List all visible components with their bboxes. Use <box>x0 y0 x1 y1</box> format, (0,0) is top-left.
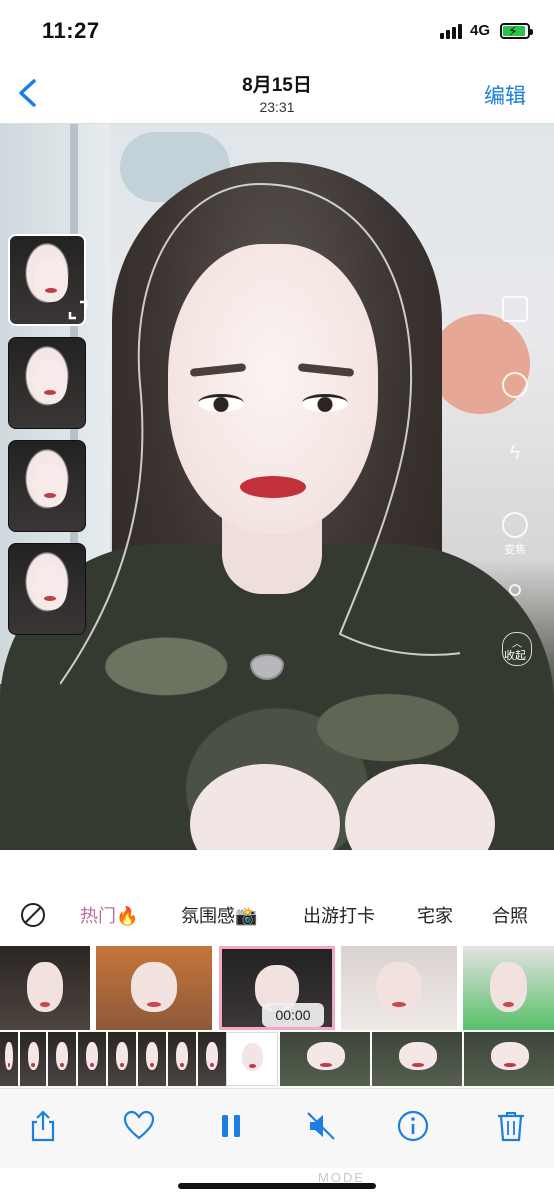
prohibit-icon <box>21 903 45 927</box>
template-item[interactable] <box>0 946 90 1030</box>
status-bar: 11:27 4G ⚡ <box>0 0 554 62</box>
template-item[interactable] <box>463 946 554 1030</box>
info-button[interactable] <box>396 1109 430 1143</box>
pause-button[interactable] <box>214 1109 248 1143</box>
tab-travel-checkin[interactable]: 出游打卡 <box>303 902 375 928</box>
template-item[interactable] <box>341 946 457 1030</box>
timer-icon[interactable] <box>500 372 530 398</box>
mute-icon <box>307 1112 335 1140</box>
status-time: 11:27 <box>42 18 100 43</box>
flash-icon[interactable]: ϟ <box>500 442 530 465</box>
camera-flash-icon: 📸 <box>235 906 258 926</box>
heart-icon <box>123 1110 155 1140</box>
tab-hot[interactable]: 热门🔥 <box>80 902 138 928</box>
frame-ratio-icon[interactable] <box>500 296 530 322</box>
favorite-button[interactable] <box>122 1109 156 1143</box>
share-icon <box>31 1110 55 1142</box>
template-item[interactable] <box>96 946 212 1030</box>
no-filter-button[interactable] <box>20 902 46 928</box>
nav-title: 8月15日 23:31 <box>0 70 554 115</box>
style-thumbnail-column <box>8 234 90 646</box>
zoom-control[interactable]: 变焦 <box>500 512 530 557</box>
home-indicator[interactable] <box>178 1183 376 1189</box>
photo-time: 23:31 <box>259 99 295 115</box>
template-timer: 00:00 <box>262 1003 324 1027</box>
tab-atmosphere[interactable]: 氛围感📸 <box>181 902 257 928</box>
filter-tabs: 热门🔥 氛围感📸 出游打卡 宅家 合照 <box>0 850 554 946</box>
zoom-icon <box>502 512 528 538</box>
signal-icon <box>439 23 462 39</box>
photo-viewer[interactable]: ϟ 变焦 ︿ 收起 <box>0 124 554 850</box>
nav-bar: 8月15日 23:31 编辑 <box>0 62 554 124</box>
battery-icon: ⚡ <box>500 22 533 39</box>
style-thumbnail[interactable] <box>8 440 86 532</box>
zoom-label: 变焦 <box>504 544 526 556</box>
collapse-label: 收起 <box>504 650 526 662</box>
style-thumbnail[interactable] <box>8 543 86 635</box>
template-item-selected[interactable]: 00:00 <box>219 946 335 1030</box>
tab-group-photo[interactable]: 合照 <box>492 902 528 928</box>
status-indicators: 4G ⚡ <box>439 22 533 39</box>
network-type: 4G <box>469 22 490 39</box>
bottom-toolbar <box>0 1088 554 1168</box>
mute-button[interactable] <box>304 1109 338 1143</box>
dot-indicator <box>500 584 530 596</box>
pause-icon <box>222 1115 240 1137</box>
filmstrip-playhead-frame <box>226 1032 278 1086</box>
share-button[interactable] <box>26 1109 60 1143</box>
tab-homebody[interactable]: 宅家 <box>417 902 453 928</box>
expand-icon[interactable] <box>66 298 94 326</box>
delete-button[interactable] <box>494 1109 528 1143</box>
trash-icon <box>498 1112 524 1142</box>
charging-bolt-icon: ⚡ <box>508 22 518 39</box>
photo-date: 8月15日 <box>242 75 312 96</box>
pose-guide-outline <box>60 183 460 685</box>
fire-icon: 🔥 <box>116 906 139 926</box>
video-filmstrip[interactable] <box>0 1030 554 1088</box>
template-strip: 00:00 <box>0 946 554 1030</box>
style-thumbnail[interactable] <box>8 337 86 429</box>
info-icon <box>397 1110 429 1142</box>
edit-button[interactable]: 编辑 <box>484 80 526 110</box>
